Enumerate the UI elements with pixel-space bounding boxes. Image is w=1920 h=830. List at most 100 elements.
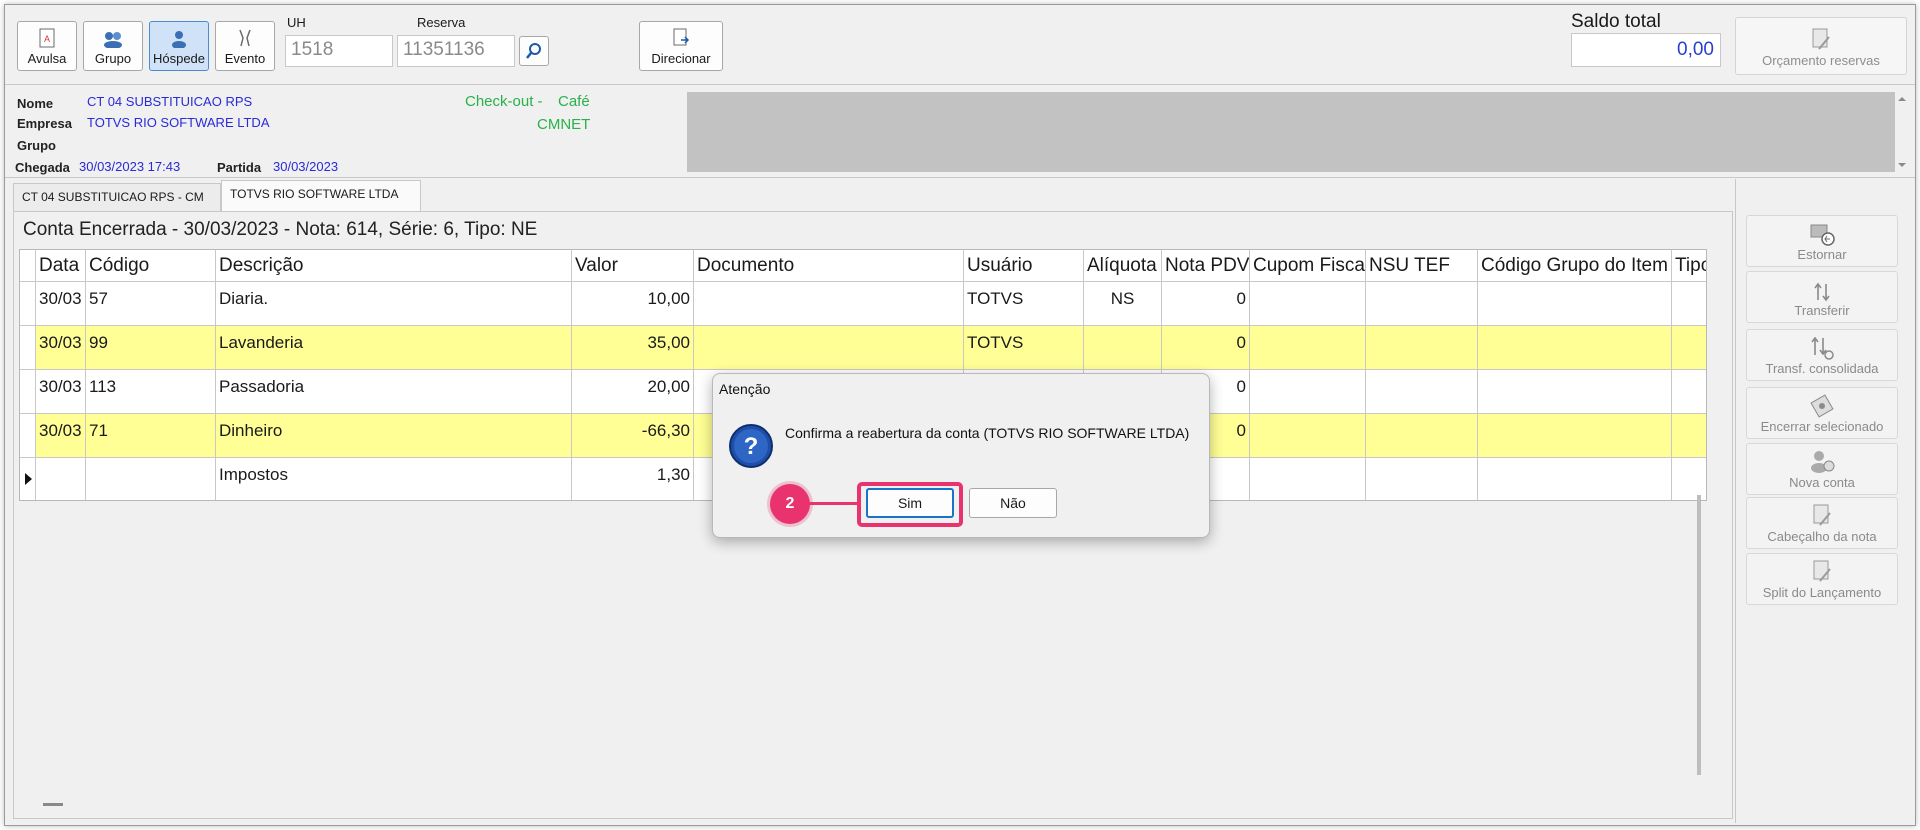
tab-ct04[interactable]: CT 04 SUBSTITUICAO RPS - CM [13,183,221,211]
col-cupom-fiscal[interactable]: Cupom Fiscal [1250,250,1366,281]
step-callout: 2 [770,484,810,524]
cmnet-status: CMNET [537,116,591,133]
col-aliquota[interactable]: Alíquota [1084,250,1162,281]
reserva-input[interactable]: 11351136 [397,35,515,67]
cafe-status: Café [558,93,590,110]
question-icon: ? [729,424,773,468]
col-nota-pdv[interactable]: Nota PDV [1162,250,1250,281]
partida-label: Partida [217,160,262,175]
col-nsu-tef[interactable]: NSU TEF [1366,250,1478,281]
row-selector[interactable] [20,370,36,413]
cell-cupom [1250,282,1366,325]
dialog-message: Confirma a reabertura da conta (TOTVS RI… [785,425,1190,441]
chegada-label: Chegada [15,160,70,175]
cell-valor: 1,30 [572,458,694,500]
toolbar: A Avulsa Grupo Hóspede Evento UH 1518 Re… [5,5,1915,85]
cell-data: 30/03 [36,326,86,369]
avulsa-button[interactable]: A Avulsa [17,21,77,71]
col-data[interactable]: Data [36,250,86,281]
encerrar-selecionado-button[interactable]: Encerrar selecionado [1746,387,1898,439]
encerrar-selecionado-label: Encerrar selecionado [1760,419,1884,434]
direcionar-button[interactable]: Direcionar [639,21,723,71]
saldo-total-value: 0,00 [1571,33,1721,67]
direcionar-label: Direcionar [651,51,711,66]
cell-descricao: Impostos [216,458,572,500]
guest-info-panel: Nome CT 04 SUBSTITUICAO RPS Empresa TOTV… [5,86,1915,178]
grupo-label: Grupo [17,138,56,153]
new-account-icon [1811,451,1835,473]
cell-descricao: Passadoria [216,370,572,413]
hospede-button[interactable]: Hóspede [149,21,209,71]
col-descricao[interactable]: Descrição [216,250,572,281]
table-horizontal-scrollbar[interactable] [43,803,63,806]
col-tipo[interactable]: Tipo [1672,250,1706,281]
row-selector[interactable] [20,414,36,457]
cell-cupom [1250,458,1366,500]
checkout-status: Check-out - [465,93,543,110]
col-codigo[interactable]: Código [86,250,216,281]
row-selector-header [20,250,36,281]
cell-data: 30/03 [36,370,86,413]
cell-nota-pdv: 0 [1162,326,1250,369]
cell-codigo: 113 [86,370,216,413]
cell-grupo [1478,326,1672,369]
nao-button[interactable]: Não [969,488,1057,518]
transf-consolidada-button[interactable]: Transf. consolidada [1746,329,1898,381]
estornar-label: Estornar [1797,247,1847,262]
avulsa-label: Avulsa [27,51,67,66]
cell-tipo [1672,326,1706,369]
table-row[interactable]: 30/03 57 Diaria. 10,00 TOTVS NS 0 [20,282,1706,326]
estornar-button[interactable]: Estornar [1746,215,1898,267]
col-documento[interactable]: Documento [694,250,964,281]
cell-documento [694,326,964,369]
event-icon [239,29,251,47]
col-valor[interactable]: Valor [572,250,694,281]
group-icon [104,32,122,48]
cell-tipo [1672,282,1706,325]
split-lancamento-button[interactable]: Split do Lançamento [1746,553,1898,605]
cell-grupo [1478,458,1672,500]
col-usuario[interactable]: Usuário [964,250,1084,281]
reverse-money-icon [1810,224,1835,246]
cell-codigo: 57 [86,282,216,325]
cell-codigo: 99 [86,326,216,369]
cell-data: 30/03 [36,282,86,325]
cell-descricao: Diaria. [216,282,572,325]
cell-data: 30/03 [36,414,86,457]
transferir-label: Transferir [1794,303,1850,318]
reserva-label: Reserva [417,15,466,30]
notes-scrollbar[interactable] [1895,92,1909,172]
empresa-label: Empresa [17,116,72,131]
tab-totvs[interactable]: TOTVS RIO SOFTWARE LTDA [221,180,421,211]
cell-nota-pdv: 0 [1162,282,1250,325]
search-icon [526,43,541,59]
row-selector[interactable] [20,326,36,369]
svg-text:A: A [44,34,50,44]
callout-connector [806,502,858,505]
transferir-button[interactable]: Transferir [1746,271,1898,323]
col-codigo-grupo[interactable]: Código Grupo do Item [1478,250,1672,281]
nova-conta-button[interactable]: Nova conta [1746,443,1898,495]
row-selector[interactable] [20,458,36,500]
hospede-label: Hóspede [152,51,206,66]
section-title: Conta Encerrada - 30/03/2023 - Nota: 614… [23,219,538,240]
document-edit-icon [1812,28,1830,50]
cabecalho-nota-button[interactable]: Cabeçalho da nota [1746,497,1898,549]
evento-button[interactable]: Evento [215,21,275,71]
transfer-consolidated-icon [1811,336,1834,360]
orcamento-reservas-button[interactable]: Orçamento reservas [1735,17,1907,75]
cell-descricao: Lavanderia [216,326,572,369]
redirect-document-icon [673,28,690,46]
nova-conta-label: Nova conta [1789,475,1855,490]
row-selector[interactable] [20,282,36,325]
uh-input[interactable]: 1518 [285,35,393,67]
scroll-down-icon [1898,163,1906,167]
cell-grupo [1478,414,1672,457]
cell-aliquota [1084,326,1162,369]
grupo-button[interactable]: Grupo [83,21,143,71]
cell-usuario: TOTVS [964,282,1084,325]
saldo-total-label: Saldo total [1571,11,1661,32]
search-button[interactable] [519,36,549,66]
table-vertical-scrollbar[interactable] [1697,495,1701,775]
table-row[interactable]: 30/03 99 Lavanderia 35,00 TOTVS 0 [20,326,1706,370]
